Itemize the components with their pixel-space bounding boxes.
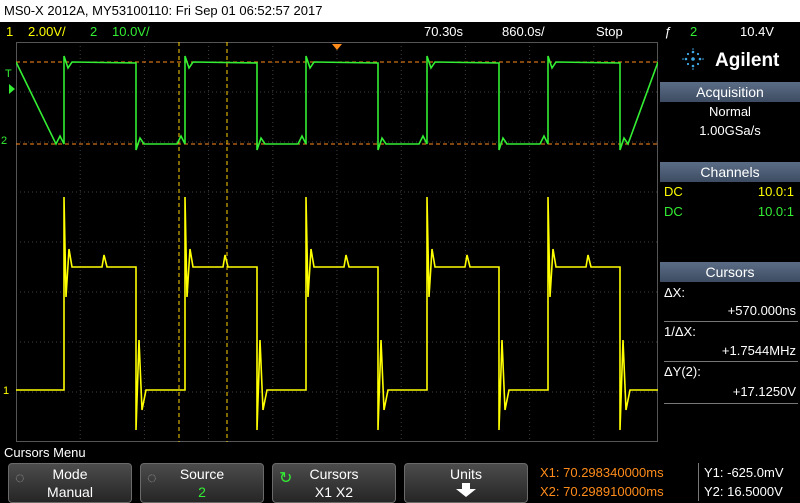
time-delay[interactable]: 70.30s: [424, 22, 463, 42]
acquisition-mode: Normal: [709, 104, 751, 119]
y2-readout: Y2: 16.5000V: [704, 484, 783, 499]
down-arrow-icon: [405, 483, 527, 501]
agilent-spark-icon: [682, 48, 704, 70]
ch1-coupling: DC: [664, 184, 683, 199]
ch1-ground-marker[interactable]: 1: [3, 385, 9, 397]
source-softkey-value: 2: [198, 484, 206, 500]
ch2-ground-marker[interactable]: 2: [1, 135, 7, 147]
window-title: MS0-X 2012A, MY53100110: Fri Sep 01 06:5…: [0, 0, 800, 22]
trigger-level[interactable]: 10.4V: [740, 22, 774, 42]
side-panel: Agilent Acquisition Normal 1.00GSa/s Cha…: [660, 42, 800, 442]
source-softkey-label: Source: [179, 466, 225, 482]
ch2-probe: 10.0:1: [757, 204, 794, 219]
mode-softkey[interactable]: ◌ Mode Manual: [8, 463, 132, 503]
inv-delta-x-value: +1.7544MHz: [721, 343, 796, 358]
delta-x-value: +570.000ns: [727, 303, 796, 318]
delta-y-label: ΔY(2):: [664, 364, 701, 379]
sample-rate: 1.00GSa/s: [699, 123, 761, 138]
trigger-edge-icon: ƒ: [664, 24, 672, 39]
status-bar: 1 2.00V/ 2 10.0V/ 70.30s 860.0s/ Stop ƒ …: [0, 22, 800, 42]
knob-icon: ◌: [147, 470, 157, 487]
y1-readout: Y1: -625.0mV: [704, 465, 784, 480]
menu-title: Cursors Menu: [4, 445, 86, 460]
ch1-waveform: [16, 196, 658, 431]
divider: [664, 321, 798, 322]
units-softkey-label: Units: [450, 466, 482, 482]
run-state[interactable]: Stop: [596, 22, 623, 42]
softkey-menu: Cursors Menu ◌ Mode Manual ◌ Source 2 ↻ …: [0, 443, 800, 503]
mode-softkey-value: Manual: [47, 484, 93, 500]
cursors-header[interactable]: Cursors: [660, 262, 800, 282]
channels-header[interactable]: Channels: [660, 162, 800, 182]
ch2-coupling: DC: [664, 204, 683, 219]
x2-readout: X2: 70.298910000ms: [540, 484, 664, 499]
cursor-readout: X1: 70.298340000ms X2: 70.298910000ms Y1…: [536, 463, 800, 503]
trigger-level-marker[interactable]: T: [5, 68, 12, 80]
acquisition-header[interactable]: Acquisition: [660, 82, 800, 102]
waveform-display[interactable]: [16, 42, 658, 442]
units-softkey[interactable]: Units: [404, 463, 528, 503]
divider: [664, 403, 798, 404]
ch1-number[interactable]: 1: [6, 22, 13, 42]
mode-softkey-label: Mode: [52, 466, 88, 482]
cursors-softkey-label: Cursors: [309, 466, 359, 482]
x1-readout: X1: 70.298340000ms: [540, 465, 664, 480]
knob-icon: ↻: [279, 470, 293, 487]
cursors-softkey[interactable]: ↻ Cursors X1 X2: [272, 463, 396, 503]
graticule: [16, 42, 658, 442]
trigger-source[interactable]: 2: [690, 22, 697, 42]
inv-delta-x-label: 1/ΔX:: [664, 324, 696, 339]
ch1-scale[interactable]: 2.00V/: [28, 22, 66, 42]
delta-y-value: +17.1250V: [732, 384, 796, 399]
source-softkey[interactable]: ◌ Source 2: [140, 463, 264, 503]
brand-logo: Agilent: [715, 50, 780, 71]
ch2-scale[interactable]: 10.0V/: [112, 22, 150, 42]
trigger-arrow-icon: [9, 84, 15, 94]
divider: [698, 463, 699, 501]
time-scale[interactable]: 860.0s/: [502, 22, 545, 42]
ch2-number[interactable]: 2: [90, 22, 97, 42]
knob-icon: ◌: [15, 470, 25, 487]
divider: [664, 361, 798, 362]
ch1-probe: 10.0:1: [757, 184, 794, 199]
delta-x-label: ΔX:: [664, 285, 685, 300]
trigger-position-marker: [332, 44, 342, 50]
